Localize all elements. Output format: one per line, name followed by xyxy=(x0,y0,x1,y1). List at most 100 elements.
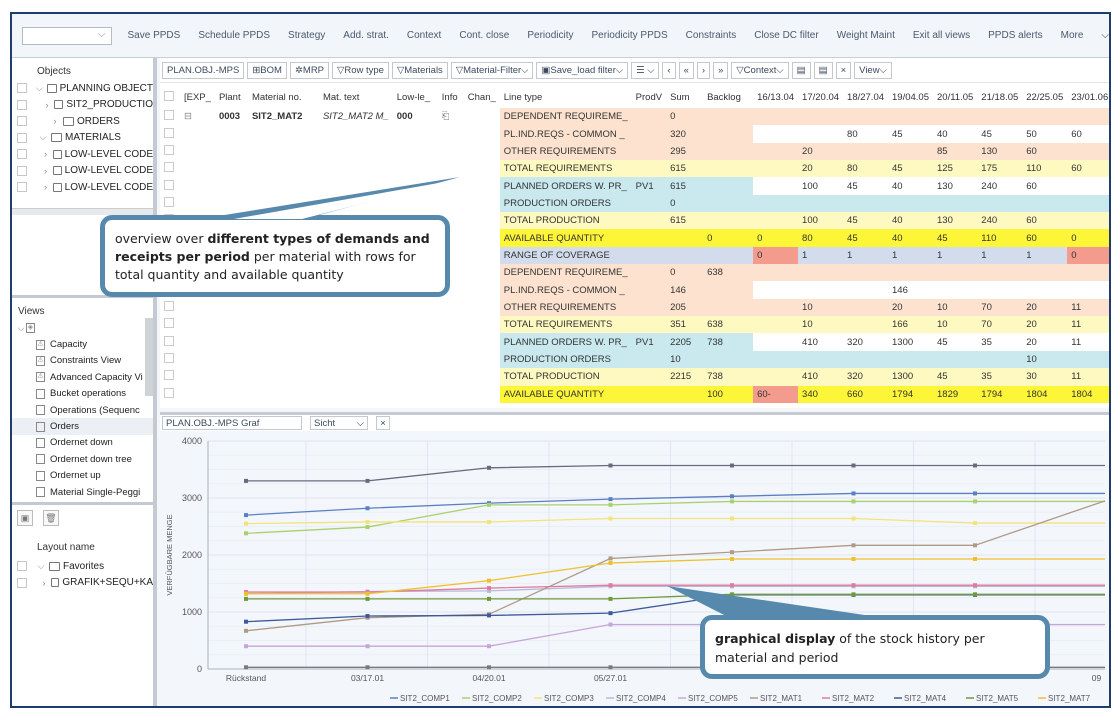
data-point[interactable] xyxy=(608,516,613,521)
data-point[interactable] xyxy=(244,591,248,596)
data-point[interactable] xyxy=(608,583,613,588)
period-cell[interactable] xyxy=(1022,194,1068,213)
tree-item[interactable]: › LOW-LEVEL CODE xyxy=(12,163,153,180)
toolbar-button-more[interactable]: More xyxy=(1061,30,1084,41)
save-icon[interactable]: ▣ xyxy=(17,510,33,526)
row-checkbox[interactable] xyxy=(164,127,174,138)
period-cell[interactable]: 45 xyxy=(843,177,889,195)
period-cell[interactable] xyxy=(843,281,889,299)
checkbox[interactable] xyxy=(17,165,27,176)
period-cell[interactable]: 130 xyxy=(977,142,1023,161)
period-cell[interactable]: 45 xyxy=(977,125,1023,143)
data-point[interactable] xyxy=(487,596,491,601)
period-cell[interactable]: 60 xyxy=(1067,125,1109,143)
period-cell[interactable] xyxy=(798,264,844,282)
period-cell[interactable] xyxy=(977,281,1023,299)
period-cell[interactable] xyxy=(977,194,1023,213)
delete-icon[interactable]: 🗑 xyxy=(43,510,59,526)
period-cell[interactable]: 20 xyxy=(1022,298,1068,317)
view-item[interactable]: Ordernet down tree xyxy=(12,451,153,467)
period-cell[interactable]: 0 xyxy=(1067,246,1109,265)
period-cell[interactable] xyxy=(753,160,799,178)
period-cell[interactable]: 45 xyxy=(933,333,978,351)
period-cell[interactable]: 0 xyxy=(753,246,799,265)
period-cell[interactable]: 20 xyxy=(1022,316,1068,334)
series-line-sit2_comp2[interactable] xyxy=(245,500,1105,534)
toolbar-select[interactable]: ⌵ xyxy=(22,26,112,45)
chevron-right-icon[interactable]: › xyxy=(43,100,51,110)
table-row[interactable]: OTHER REQUIREMENTS 295 20 85 130 60 xyxy=(160,142,1109,161)
period-cell[interactable]: 20 xyxy=(798,142,844,161)
tree-item[interactable]: › ORDERS xyxy=(12,113,153,130)
data-point[interactable] xyxy=(244,596,248,601)
expand-cell[interactable] xyxy=(180,316,215,333)
table-row[interactable]: PRODUCTION ORDERS 0 xyxy=(160,194,1109,213)
row-checkbox[interactable] xyxy=(164,300,174,311)
row-checkbox[interactable] xyxy=(164,318,174,329)
period-cell[interactable]: 1804 xyxy=(1022,385,1068,403)
period-cell[interactable]: 45 xyxy=(843,229,889,247)
expand-cell[interactable] xyxy=(180,125,215,142)
column-header[interactable]: 21/18.05 xyxy=(977,86,1022,108)
data-point[interactable] xyxy=(608,611,613,616)
period-cell[interactable]: 125 xyxy=(933,160,978,178)
period-cell[interactable]: 146 xyxy=(888,281,933,299)
table-row[interactable]: TOTAL REQUIREMENTS 351 638 10 166 10 70 20 11 xyxy=(160,316,1109,334)
period-cell[interactable]: 130 xyxy=(933,177,978,195)
period-cell[interactable] xyxy=(753,298,799,317)
data-point[interactable] xyxy=(730,516,734,521)
toolbar-button-ppds-alerts[interactable]: PPDS alerts xyxy=(988,30,1042,41)
data-point[interactable] xyxy=(851,592,856,597)
period-cell[interactable]: 45 xyxy=(933,368,978,386)
chevron-right-icon[interactable]: › xyxy=(42,166,50,176)
toolbar-button-strategy[interactable]: Strategy xyxy=(288,30,325,41)
view-item[interactable]: Material Single-Peggi xyxy=(12,484,153,500)
period-cell[interactable]: 40 xyxy=(888,229,933,247)
period-cell[interactable] xyxy=(843,142,889,161)
chart-title-field[interactable]: PLAN.OBJ.-MPS Graf xyxy=(162,416,302,430)
data-point[interactable] xyxy=(608,497,613,502)
period-cell[interactable]: 80 xyxy=(843,160,889,178)
table-row[interactable]: TOTAL PRODUCTION 2215 738 410 320 1300 45 35 30 1… xyxy=(160,368,1109,386)
table-row[interactable]: OTHER REQUIREMENTS 205 10 20 10 70 20 11 xyxy=(160,298,1109,317)
period-cell[interactable]: 660 xyxy=(843,385,889,403)
info-cell[interactable] xyxy=(438,195,464,212)
period-cell[interactable]: 1 xyxy=(933,246,978,265)
period-cell[interactable]: 1300 xyxy=(888,333,933,351)
period-cell[interactable] xyxy=(753,194,799,213)
checkbox[interactable] xyxy=(17,577,27,588)
data-point[interactable] xyxy=(365,478,370,483)
period-cell[interactable] xyxy=(843,108,889,126)
view-item[interactable]: Bucket operations xyxy=(12,386,153,402)
checkbox[interactable] xyxy=(17,83,27,94)
period-cell[interactable]: 50 xyxy=(1022,125,1068,143)
layout-item[interactable]: › GRAFIK+SEQU+KA xyxy=(12,575,153,592)
table-row[interactable]: AVAILABLE QUANTITY 100 60- 340 660 1794 1829 17… xyxy=(160,385,1109,403)
period-cell[interactable]: 1 xyxy=(798,246,844,265)
info-cell[interactable] xyxy=(438,368,464,385)
expand-cell[interactable] xyxy=(180,177,215,194)
table-row[interactable]: PRODUCTION ORDERS 10 10 xyxy=(160,350,1109,369)
chevron-down-icon[interactable]: ⌵ xyxy=(36,561,46,572)
period-cell[interactable] xyxy=(1067,177,1109,195)
vertical-scrollbar[interactable] xyxy=(145,318,153,396)
data-point[interactable] xyxy=(851,499,856,504)
data-point[interactable] xyxy=(244,628,248,633)
first-icon[interactable]: « xyxy=(678,61,694,79)
period-cell[interactable]: 10 xyxy=(798,298,844,317)
period-cell[interactable]: 1 xyxy=(843,246,889,265)
row-checkbox[interactable] xyxy=(164,352,174,363)
data-point[interactable] xyxy=(851,491,856,496)
column-header[interactable]: Line type xyxy=(500,86,632,108)
column-header[interactable]: Plant xyxy=(215,86,248,108)
info-cell[interactable] xyxy=(438,351,464,368)
info-cell[interactable] xyxy=(438,333,464,350)
view-item[interactable]: ⚠ Advanced Capacity Vi xyxy=(12,369,153,385)
data-point[interactable] xyxy=(851,556,856,561)
row-checkbox[interactable] xyxy=(164,370,174,381)
data-point[interactable] xyxy=(730,499,734,504)
data-point[interactable] xyxy=(487,465,491,470)
chevron-down-icon[interactable]: ⌵ xyxy=(35,83,44,94)
period-cell[interactable] xyxy=(1067,212,1109,230)
period-cell[interactable]: 1804 xyxy=(1067,385,1109,403)
